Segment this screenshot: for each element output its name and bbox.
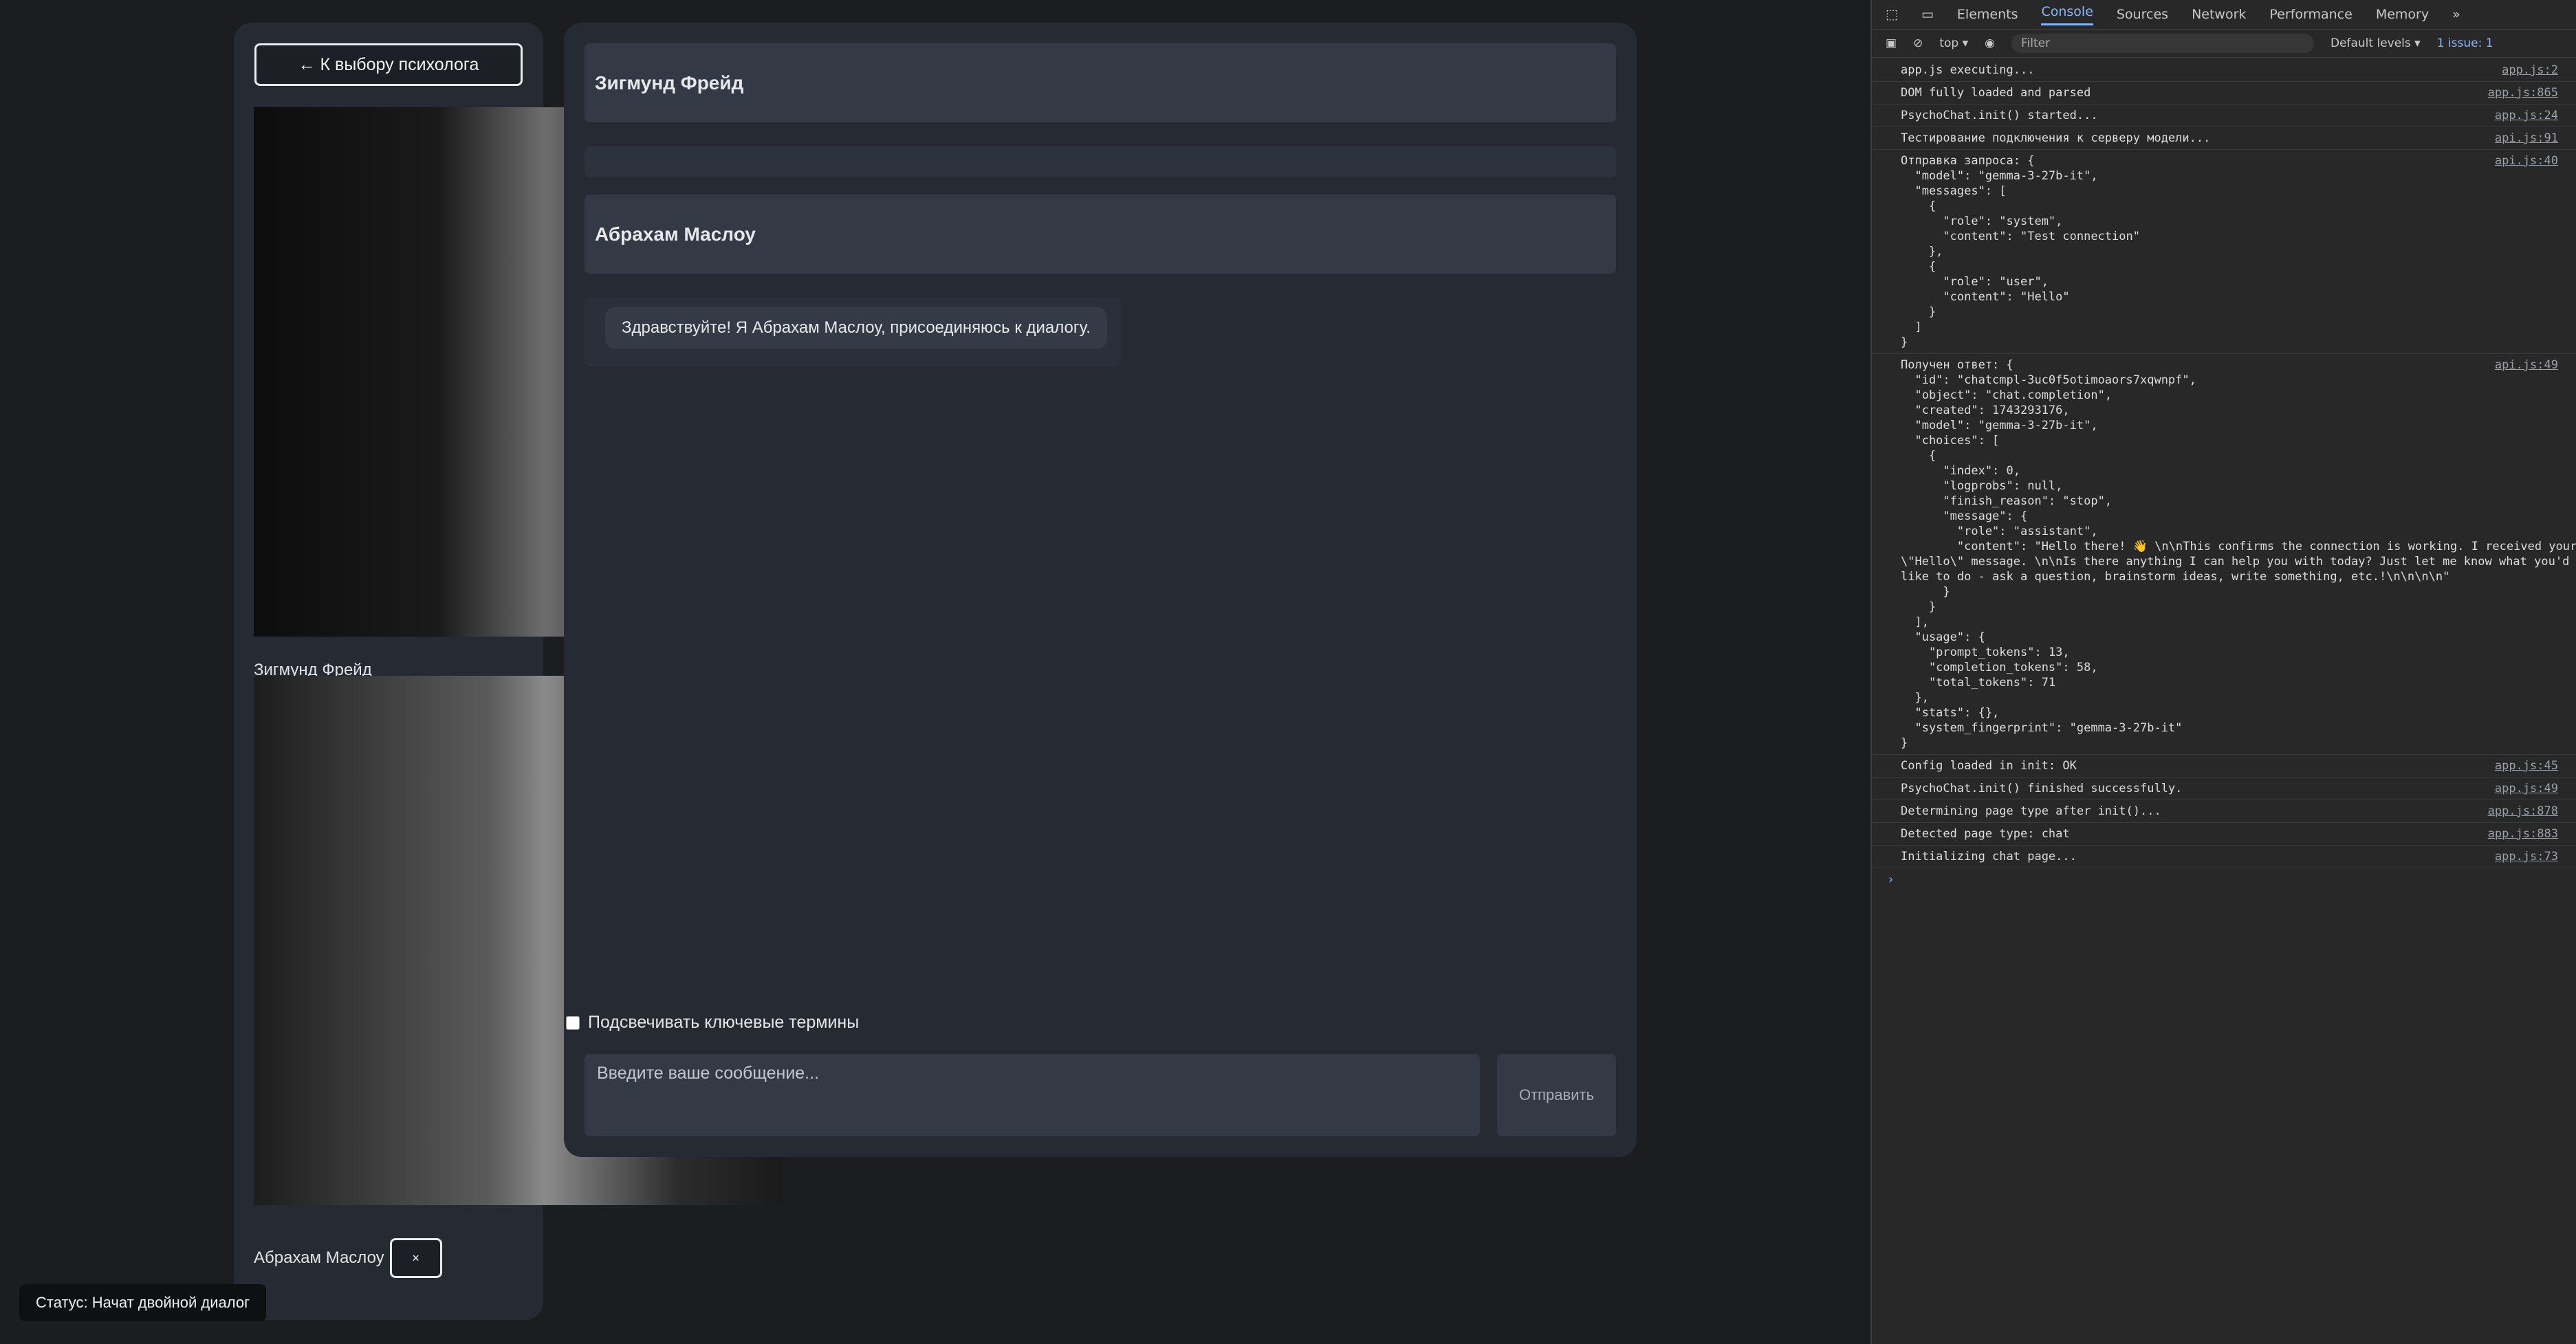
- log-text: PsychoChat.init() started...: [1901, 109, 2098, 122]
- sidebar-toggle-icon[interactable]: ▣: [1886, 36, 1897, 50]
- device-toolbar-icon[interactable]: ▭: [1921, 7, 1934, 22]
- console-filter-input[interactable]: Filter: [2011, 34, 2314, 53]
- freud-message-area: [585, 146, 1616, 177]
- log-source-link[interactable]: api.js:49: [2495, 357, 2558, 373]
- log-source-link[interactable]: app.js:45: [2495, 758, 2558, 773]
- tab-elements[interactable]: Elements: [1957, 7, 2018, 22]
- log-text: Determining page type after init()...: [1901, 804, 2161, 818]
- log-text: Отправка запроса: { "model": "gemma-3-27…: [1901, 154, 2140, 349]
- message-input[interactable]: Введите ваше сообщение...: [585, 1054, 1480, 1136]
- log-text: Тестирование подключения к серверу модел…: [1901, 131, 2211, 145]
- tab-console[interactable]: Console: [2041, 4, 2093, 25]
- more-tabs-icon[interactable]: »: [2452, 7, 2460, 22]
- log-text: PsychoChat.init() finished successfully.: [1901, 782, 2183, 795]
- psychologist-sidebar: ← К выбору психолога Зигмунд Фрейд Абрах…: [234, 23, 783, 1320]
- log-source-link[interactable]: app.js:883: [2488, 826, 2558, 841]
- chat-header-maslow: Абрахам Маслоу: [585, 195, 1616, 274]
- highlight-terms-label: Подсвечивать ключевые термины: [588, 1013, 860, 1032]
- clear-console-icon[interactable]: ⊘: [1913, 36, 1923, 50]
- highlight-terms-option[interactable]: Подсвечивать ключевые термины: [566, 1013, 859, 1033]
- maslow-caption: Абрахам Маслоу ×: [254, 1238, 442, 1278]
- log-source-link[interactable]: app.js:2: [2502, 63, 2558, 78]
- log-entry: Получен ответ: { "id": "chatcmpl-3uc0f5o…: [1872, 354, 2576, 755]
- log-text: Initializing chat page...: [1901, 850, 2077, 863]
- issues-badge[interactable]: 1 issue: 1: [2437, 36, 2493, 50]
- console-prompt-input[interactable]: ›: [1872, 868, 2576, 887]
- log-source-link[interactable]: app.js:49: [2495, 781, 2558, 796]
- chat-header-freud: Зигмунд Фрейд: [585, 43, 1616, 122]
- chat-panel: Зигмунд Фрейд Абрахам Маслоу Здравствуйт…: [564, 23, 1637, 1157]
- log-text: Config loaded in init: OK: [1901, 759, 2077, 773]
- context-selector[interactable]: top ▾: [1939, 36, 1968, 50]
- send-button[interactable]: Отправить: [1497, 1054, 1616, 1136]
- log-entry: Config loaded in init: OK app.js:45: [1872, 755, 2576, 778]
- maslow-name-label: Абрахам Маслоу: [254, 1248, 384, 1267]
- log-text: Получен ответ: { "id": "chatcmpl-3uc0f5o…: [1901, 358, 2576, 750]
- log-levels-dropdown[interactable]: Default levels ▾: [2331, 36, 2421, 50]
- log-source-link[interactable]: api.js:91: [2495, 131, 2558, 146]
- log-text: app.js executing...: [1901, 63, 2035, 77]
- live-expression-eye-icon[interactable]: ◉: [1985, 36, 1995, 50]
- tab-memory[interactable]: Memory: [2376, 7, 2429, 22]
- log-entry: Determining page type after init()... app…: [1872, 800, 2576, 823]
- tab-network[interactable]: Network: [2192, 7, 2246, 22]
- devtools-tab-bar: ⬚ ▭ Elements Console Sources Network Per…: [1872, 0, 2576, 30]
- log-source-link[interactable]: app.js:24: [2495, 108, 2558, 123]
- log-entry: Detected page type: chat app.js:883: [1872, 823, 2576, 846]
- remove-maslow-button[interactable]: ×: [389, 1238, 442, 1278]
- tab-sources[interactable]: Sources: [2117, 7, 2168, 22]
- log-entry: Initializing chat page... app.js:73: [1872, 846, 2576, 868]
- log-source-link[interactable]: app.js:878: [2488, 804, 2558, 819]
- inspect-element-icon[interactable]: ⬚: [1886, 7, 1898, 22]
- log-entry: PsychoChat.init() started... app.js:24: [1872, 104, 2576, 127]
- log-text: DOM fully loaded and parsed: [1901, 86, 2091, 100]
- log-entry: PsychoChat.init() finished successfully.…: [1872, 778, 2576, 800]
- devtools-panel: ⬚ ▭ Elements Console Sources Network Per…: [1870, 0, 2576, 1344]
- chat-message-bubble: Здравствуйте! Я Абрахам Маслоу, присоеди…: [605, 307, 1107, 349]
- log-source-link[interactable]: app.js:865: [2488, 85, 2558, 100]
- highlight-terms-checkbox[interactable]: [566, 1015, 580, 1030]
- log-text: Detected page type: chat: [1901, 827, 2070, 841]
- console-toolbar: ▣ ⊘ top ▾ ◉ Filter Default levels ▾ 1 is…: [1872, 30, 2576, 58]
- tab-performance[interactable]: Performance: [2269, 7, 2352, 22]
- log-source-link[interactable]: app.js:73: [2495, 849, 2558, 864]
- log-entry: Отправка запроса: { "model": "gemma-3-27…: [1872, 150, 2576, 354]
- status-bar: Статус: Начат двойной диалог: [19, 1284, 267, 1321]
- log-entry: Тестирование подключения к серверу модел…: [1872, 127, 2576, 150]
- log-source-link[interactable]: api.js:40: [2495, 153, 2558, 168]
- back-to-psychologist-selection-button[interactable]: ← К выбору психолога: [254, 43, 523, 86]
- app-window: ← К выбору психолога Зигмунд Фрейд Абрах…: [0, 0, 1870, 1344]
- log-entry: DOM fully loaded and parsed app.js:865: [1872, 82, 2576, 104]
- log-entry: app.js executing... app.js:2: [1872, 59, 2576, 82]
- console-output: app.js executing... app.js:2 DOM fully lo…: [1872, 59, 2576, 887]
